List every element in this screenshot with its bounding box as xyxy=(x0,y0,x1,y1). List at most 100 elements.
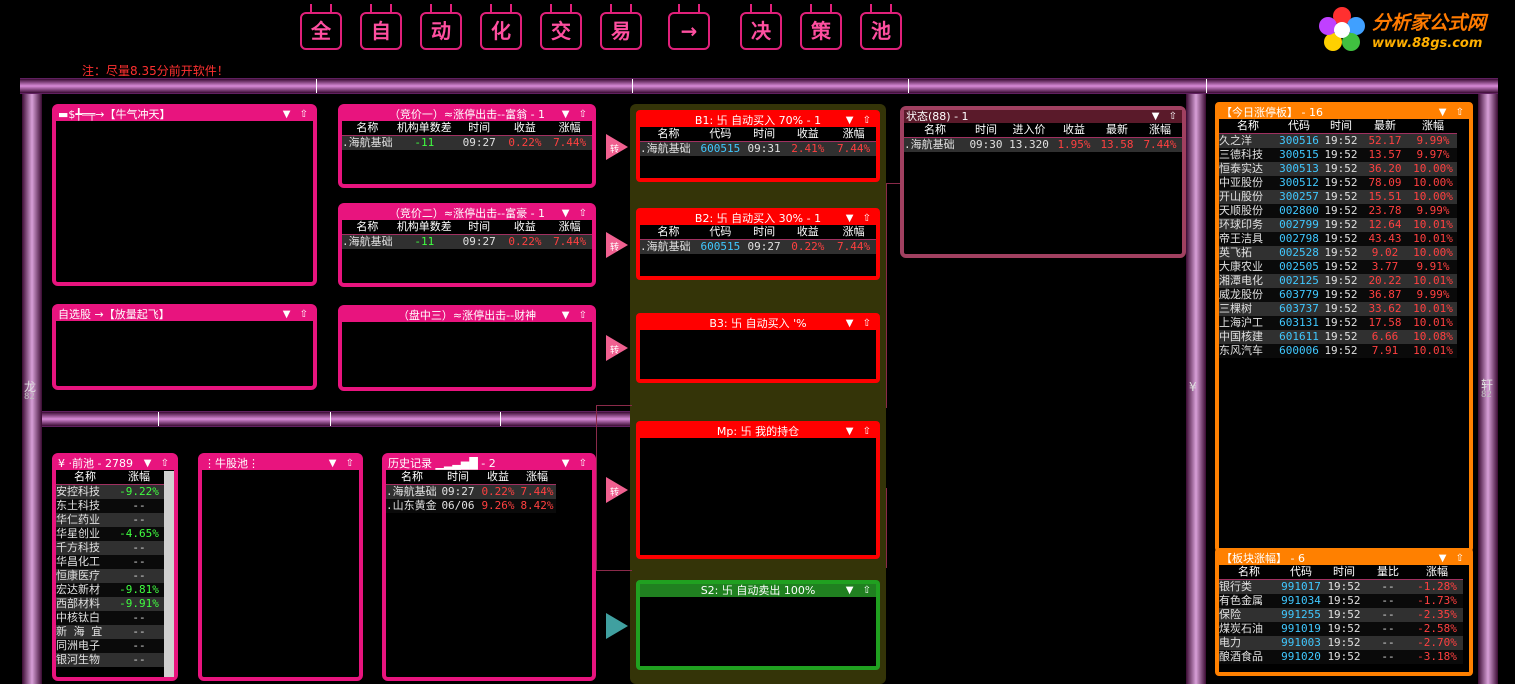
table-row[interactable]: 中亚股份 300512 19:52 78.09 10.00% xyxy=(1219,176,1457,190)
column-header[interactable]: 收益 xyxy=(784,127,832,142)
table-row[interactable]: 酿酒食品 991020 19:52 -- -3.18% xyxy=(1219,650,1463,664)
column-header[interactable]: 时间 xyxy=(1323,565,1365,580)
table-row[interactable]: 上海沪工 603131 19:52 17.58 10.01% xyxy=(1219,316,1457,330)
column-header[interactable]: 代码 xyxy=(1277,119,1321,134)
window-b3[interactable]: B3: 卐 自动买入 '% ▼ ⇧ xyxy=(636,313,880,383)
table-row[interactable]: 三棵树 603737 19:52 33.62 10.01% xyxy=(1219,302,1457,316)
window-controls[interactable]: ▼ ⇧ xyxy=(562,309,590,322)
column-header[interactable]: 涨幅 xyxy=(831,127,876,142)
table-row[interactable]: 中核钛白 -- xyxy=(56,611,164,625)
table-row[interactable]: 开山股份 300257 19:52 15.51 10.00% xyxy=(1219,190,1457,204)
table-row[interactable]: 华仁药业 -- xyxy=(56,513,164,527)
column-header[interactable]: 时间 xyxy=(743,225,785,240)
column-header[interactable]: 涨幅 xyxy=(831,225,876,240)
window-controls[interactable]: ▼ ⇧ xyxy=(846,317,874,330)
table-row[interactable]: 有色金属 991034 19:52 -- -1.73% xyxy=(1219,594,1463,608)
column-header[interactable]: 时间 xyxy=(438,470,478,485)
window-controls[interactable]: ▼ ⇧ xyxy=(562,207,590,220)
table-row[interactable]: 保险 991255 19:52 -- -2.35% xyxy=(1219,608,1463,622)
column-header[interactable]: 时间 xyxy=(966,123,1006,138)
table-row[interactable]: 银河生物 -- xyxy=(56,653,164,667)
window-qianchi[interactable]: ¥ ·前池 - 2789 ▼ ⇧ 名称 涨幅 安控科技 -9.22% 东土科技 -- 华仁药业… xyxy=(52,453,178,681)
table-row[interactable]: .海航基础 -11 09:27 0.22% 7.44% xyxy=(342,234,592,249)
window-b1[interactable]: B1: 卐 自动买入 70% - 1 ▼ ⇧ 名称 代码 时间 收益 涨幅 .海航基础 600… xyxy=(636,110,880,182)
top-button-9[interactable]: 池 xyxy=(860,4,902,50)
column-header[interactable]: 涨幅 xyxy=(547,220,592,235)
column-header[interactable]: 收益 xyxy=(1052,123,1096,138)
table-row[interactable]: 宏达新材 -9.81% xyxy=(56,583,164,597)
table-row[interactable]: 千方科技 -- xyxy=(56,541,164,555)
top-button-8[interactable]: 策 xyxy=(800,4,842,50)
table-row[interactable]: 银行类 991017 19:52 -- -1.28% xyxy=(1219,579,1463,594)
window-zixuan[interactable]: 自选股 →【放量起飞】 ▼ ⇧ xyxy=(52,304,317,390)
table-row[interactable]: 煤炭石油 991019 19:52 -- -2.58% xyxy=(1219,622,1463,636)
column-header[interactable]: 名称 xyxy=(640,127,697,142)
column-header[interactable]: 时间 xyxy=(455,220,503,235)
table-row[interactable]: 东土科技 -- xyxy=(56,499,164,513)
window-controls[interactable]: ▼ ⇧ xyxy=(846,114,874,127)
column-header[interactable]: 名称 xyxy=(386,470,438,485)
table-row[interactable]: .海航基础 09:30 13.320 1.95% 13.58 7.44% xyxy=(904,137,1182,152)
table-row[interactable]: 天顺股份 002800 19:52 23.78 9.99% xyxy=(1219,204,1457,218)
column-header[interactable]: 名称 xyxy=(1219,119,1277,134)
window-controls[interactable]: ▼ ⇧ xyxy=(562,108,590,121)
top-button-4[interactable]: 交 xyxy=(540,4,582,50)
window-niuqi[interactable]: ▬$╇═╤→【牛气冲天】 ▼ ⇧ xyxy=(52,104,317,286)
column-header[interactable]: 名称 xyxy=(342,220,393,235)
top-button-7[interactable]: 决 xyxy=(740,4,782,50)
table-row[interactable]: 英飞拓 002528 19:52 9.02 10.00% xyxy=(1219,246,1457,260)
table-row[interactable]: 恒泰实达 300513 19:52 36.20 10.00% xyxy=(1219,162,1457,176)
top-button-1[interactable]: 自 xyxy=(360,4,402,50)
column-header[interactable]: 涨幅 xyxy=(1411,565,1463,580)
top-button-0[interactable]: 全 xyxy=(300,4,342,50)
table-row[interactable]: 三德科技 300515 19:52 13.57 9.97% xyxy=(1219,148,1457,162)
window-jingjia-2[interactable]: （竞价二）≈涨停出击--富豪 - 1 ▼ ⇧ 名称 机构单数差 时间 收益 涨幅 .海航基础… xyxy=(338,203,596,287)
column-header[interactable]: 机构单数差 xyxy=(392,220,456,235)
window-controls[interactable]: ▼ ⇧ xyxy=(1152,110,1180,123)
table-row[interactable]: 湘潭电化 002125 19:52 20.22 10.01% xyxy=(1219,274,1457,288)
table-row[interactable]: 威龙股份 603779 19:52 36.87 9.99% xyxy=(1219,288,1457,302)
table-row[interactable]: 西部材料 -9.91% xyxy=(56,597,164,611)
column-header[interactable]: 收益 xyxy=(502,220,548,235)
window-controls[interactable]: ▼ ⇧ xyxy=(329,457,357,470)
column-header[interactable]: 涨幅 xyxy=(518,470,556,485)
column-header[interactable]: 涨幅 xyxy=(547,121,592,136)
window-jingjia-1[interactable]: （竞价一）≈涨停出击--富翁 - 1 ▼ ⇧ 名称 机构单数差 时间 收益 涨幅 .海航基础… xyxy=(338,104,596,188)
table-row[interactable]: 久之洋 300516 19:52 52.17 9.99% xyxy=(1219,133,1457,148)
table-row[interactable]: 大康农业 002505 19:52 3.77 9.91% xyxy=(1219,260,1457,274)
table-row[interactable]: .海航基础 600515 09:27 0.22% 7.44% xyxy=(640,239,876,254)
column-header[interactable]: 名称 xyxy=(1219,565,1279,580)
window-controls[interactable]: ▼ ⇧ xyxy=(1439,552,1467,565)
window-history[interactable]: 历史记录 ▁▂▃▅█ - 2 ▼ ⇧ 名称 时间 收益 涨幅 .海航基础 09:27 0.22… xyxy=(382,453,596,681)
table-row[interactable]: 环球印务 002799 19:52 12.64 10.01% xyxy=(1219,218,1457,232)
window-status[interactable]: 状态(88) - 1 ▼ ⇧ 名称 时间 进入价 收益 最新 涨幅 .海航基础 09:30 13.… xyxy=(900,106,1186,258)
table-row[interactable]: .山东黄金 06/06 9.26% 8.42% xyxy=(386,499,556,513)
window-niugu[interactable]: ⋮牛股池⋮ ▼ ⇧ xyxy=(198,453,363,681)
top-button-2[interactable]: 动 xyxy=(420,4,462,50)
window-controls[interactable]: ▼ ⇧ xyxy=(846,212,874,225)
mid-splitter-bar[interactable] xyxy=(40,411,632,427)
column-header[interactable]: 时间 xyxy=(455,121,503,136)
column-header[interactable]: 涨幅 xyxy=(1409,119,1457,134)
table-row[interactable]: 中国核建 601611 19:52 6.66 10.08% xyxy=(1219,330,1457,344)
table-row[interactable]: 东风汽车 600006 19:52 7.91 10.01% xyxy=(1219,344,1457,358)
column-header[interactable]: 名称 xyxy=(342,121,393,136)
table-row[interactable]: 电力 991003 19:52 -- -2.70% xyxy=(1219,636,1463,650)
column-header[interactable]: 名称 xyxy=(56,470,114,485)
window-controls[interactable]: ▼ ⇧ xyxy=(562,457,590,470)
top-splitter-bar[interactable] xyxy=(20,78,1498,94)
window-controls[interactable]: ▼ ⇧ xyxy=(144,457,172,470)
column-header[interactable]: 名称 xyxy=(640,225,697,240)
column-header[interactable]: 名称 xyxy=(904,123,966,138)
column-header[interactable]: 量比 xyxy=(1365,565,1411,580)
column-header[interactable]: 涨幅 xyxy=(1138,123,1182,138)
column-header[interactable]: 机构单数差 xyxy=(392,121,456,136)
table-row[interactable]: 安控科技 -9.22% xyxy=(56,484,164,499)
top-button-3[interactable]: 化 xyxy=(480,4,522,50)
window-sector[interactable]: 【板块涨幅】 - 6 ▼ ⇧ 名称 代码 时间 量比 涨幅 银行类 991017 19:52 --… xyxy=(1215,548,1473,676)
column-header[interactable]: 进入价 xyxy=(1006,123,1052,138)
table-row[interactable]: 新 海 宜 -- xyxy=(56,625,164,639)
table-row[interactable]: 同洲电子 -- xyxy=(56,639,164,653)
table-row[interactable]: 帝王洁具 002798 19:52 43.43 10.01% xyxy=(1219,232,1457,246)
top-button-6[interactable]: → xyxy=(668,4,710,50)
